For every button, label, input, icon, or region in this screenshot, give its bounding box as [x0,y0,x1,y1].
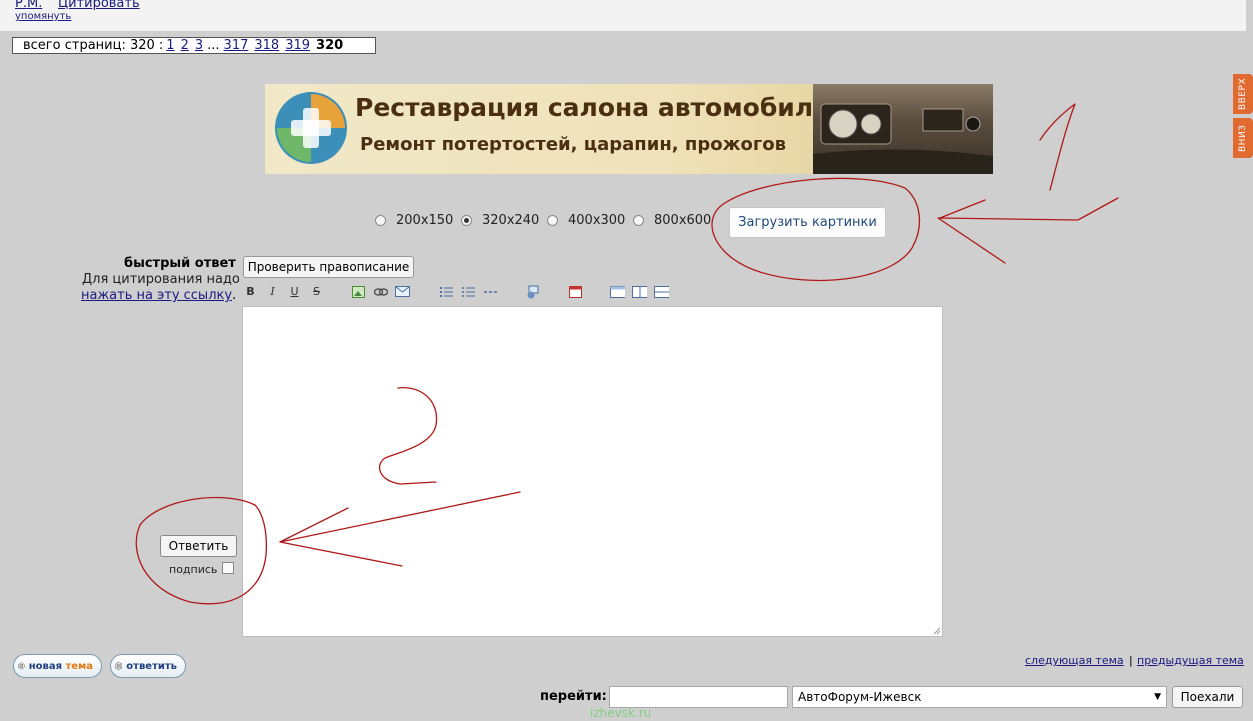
size-option-320x240[interactable]: 320x240 [461,213,539,228]
new-topic-word1: новая [28,660,63,672]
annotation-number-1: 1 [1058,149,1059,151]
document-icon [115,662,123,670]
banner-dashboard-image [813,84,993,174]
page-link[interactable]: 317 [224,38,249,53]
italic-icon[interactable]: I [265,284,280,299]
page-link[interactable]: 1 [166,38,174,53]
date-icon[interactable] [568,284,583,299]
size-option-800x600[interactable]: 800x600 [633,213,711,228]
ad-banner[interactable]: Реставрация салона автомобиля Ремонт пот… [265,84,993,174]
new-topic-button[interactable]: новая тема [13,654,102,678]
banner-logo-icon [275,92,347,164]
page-link[interactable]: 3 [195,38,203,53]
reply-topic-label: ответить [126,660,177,672]
reply-topic-button[interactable]: ответить [110,654,186,678]
post-footer-strip [0,0,1246,31]
author-link[interactable]: Р.М. [15,0,42,11]
annotation-arrow-1 [937,197,1119,264]
quote-hint-link[interactable]: нажать на эту ссылку [81,288,232,303]
resize-grip-icon[interactable] [932,626,941,635]
radio-button[interactable] [547,215,558,226]
goto-label: перейти: [540,689,607,704]
next-topic-link[interactable]: следующая тема [1025,654,1124,667]
quote-hint-text: Для цитирования надо [82,272,240,287]
signature-label: подпись [169,563,218,576]
chevron-down-icon: ▼ [1154,692,1161,702]
email-icon[interactable] [395,284,410,299]
banner-title: Реставрация салона автомобиля [355,93,830,122]
new-topic-word2: тема [65,660,94,672]
annotation-number-1-stroke [1039,103,1076,191]
banner-subtitle: Ремонт потертостей, царапин, прожогов [360,134,787,155]
current-page: 320 [316,38,344,53]
size-option-label: 320x240 [482,213,540,228]
forum-select-value: АвтоФорум-Ижевск [798,690,922,704]
image-icon[interactable] [351,284,366,299]
link-icon[interactable] [373,284,388,299]
message-editor[interactable] [242,306,943,637]
bold-icon[interactable]: B [243,284,258,299]
scroll-up-button[interactable]: ВВЕРХ [1233,74,1253,114]
reply-button[interactable]: Ответить [160,535,237,557]
size-option-label: 400x300 [568,213,626,228]
page-link[interactable]: 2 [181,38,189,53]
quote-hint-line: нажать на эту ссылку. [81,288,236,303]
unordered-list-icon[interactable] [461,284,476,299]
spoiler-icon[interactable] [525,284,540,299]
forum-select[interactable]: АвтоФорум-Ижевск ▼ [792,686,1167,708]
table-icon[interactable] [610,284,625,299]
mention-link[interactable]: упомянуть [15,11,71,22]
topic-link-separator: | [1129,654,1133,667]
pagination: всего страниц: 320 : 1 2 3 ... 317 318 3… [12,37,376,54]
size-option-label: 200x150 [396,213,454,228]
go-button[interactable]: Поехали [1172,686,1243,708]
pagination-label: всего страниц: 320 : [23,38,164,53]
radio-button[interactable] [633,215,644,226]
radio-button[interactable] [375,215,386,226]
watermark: izhevsk.ru [590,706,652,720]
underline-icon[interactable]: U [287,284,302,299]
goto-input[interactable] [609,686,788,708]
signature-checkbox[interactable] [222,562,234,574]
prev-topic-link[interactable]: предыдущая тема [1137,654,1244,667]
document-icon [18,662,25,670]
quick-reply-title: быстрый ответ [124,256,236,271]
quote-link[interactable]: Цитировать [58,0,140,11]
spellcheck-button[interactable]: Проверить правописание [243,256,414,278]
horizontal-rule-icon[interactable] [483,284,498,299]
columns-icon[interactable] [632,284,647,299]
size-option-label: 800x600 [654,213,712,228]
strikethrough-icon[interactable]: S [309,284,324,299]
divider-icon[interactable] [654,284,669,299]
scroll-down-button[interactable]: ВНИЗ [1233,118,1253,158]
page-link[interactable]: 318 [254,38,279,53]
radio-button-selected[interactable] [461,215,472,226]
size-option-400x300[interactable]: 400x300 [547,213,625,228]
size-option-200x150[interactable]: 200x150 [375,213,453,228]
page-link[interactable]: 319 [285,38,310,53]
pagination-ellipsis: ... [207,38,220,53]
quote-hint-suffix: . [232,288,237,303]
upload-images-button[interactable]: Загрузить картинки [729,207,886,238]
ordered-list-icon[interactable] [439,284,454,299]
